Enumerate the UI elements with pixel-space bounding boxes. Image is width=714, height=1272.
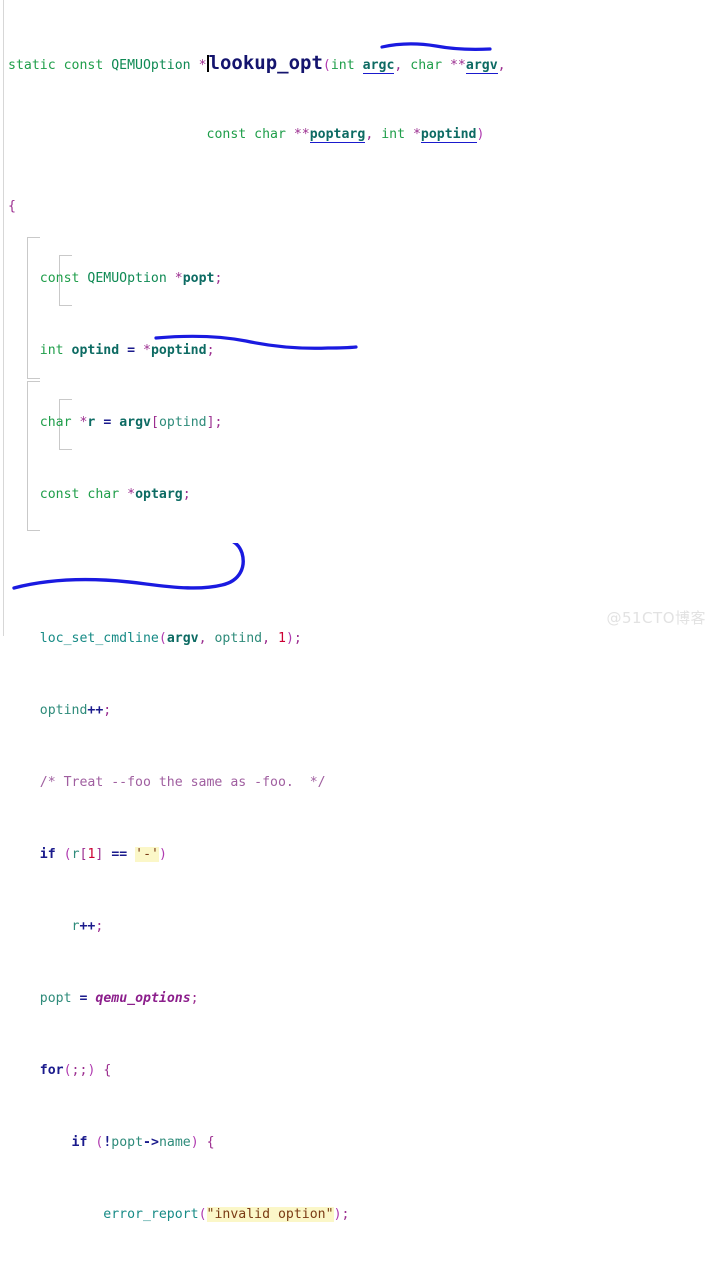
param-argc: argc bbox=[362, 58, 395, 74]
string-invalid-option: "invalid option" bbox=[206, 1207, 334, 1222]
function-name-lookup-opt: lookup_opt bbox=[208, 52, 323, 74]
code-line-15: for(;;) { bbox=[39, 1063, 112, 1078]
code-line-4: const QEMUOption *popt; bbox=[39, 271, 223, 286]
param-poptarg: poptarg bbox=[309, 127, 366, 143]
code-line-1: static const QEMUOption * lookup_opt(int … bbox=[8, 52, 506, 74]
code-line-5: int optind = *poptind; bbox=[39, 343, 215, 358]
code-line-14: popt = qemu_options; bbox=[39, 991, 199, 1006]
code-line-13: r++; bbox=[71, 919, 104, 934]
code-line-7: const char *optarg; bbox=[39, 487, 191, 502]
code-line-17: error_report("invalid option"); bbox=[103, 1207, 350, 1222]
char-literal-dash: '-' bbox=[135, 847, 159, 862]
code-line-6: char *r = argv[optind]; bbox=[39, 415, 223, 430]
code-line-11: /* Treat --foo the same as -foo. */ bbox=[0, 774, 714, 792]
param-argv: argv bbox=[465, 58, 498, 74]
comment-treat-foo: /* Treat --foo the same as -foo. */ bbox=[39, 775, 326, 790]
code-line-9: loc_set_cmdline(argv, optind, 1); bbox=[39, 631, 302, 646]
param-poptind: poptind bbox=[420, 127, 477, 143]
code-line-2: const char **poptarg, int *poptind) bbox=[206, 127, 485, 143]
code-editor[interactable]: static const QEMUOption * lookup_opt(int … bbox=[0, 0, 714, 1222]
global-qemu-options: qemu_options bbox=[95, 991, 191, 1006]
code-line-12: if (r[1] == '-') bbox=[39, 847, 167, 862]
watermark: @51CTO博客 bbox=[606, 609, 706, 627]
code-content[interactable]: static const QEMUOption * lookup_opt(int … bbox=[0, 0, 714, 1272]
code-line-16: if (!popt->name) { bbox=[71, 1135, 215, 1150]
code-line-3: { bbox=[8, 199, 16, 214]
code-line-10: optind++; bbox=[39, 703, 112, 718]
